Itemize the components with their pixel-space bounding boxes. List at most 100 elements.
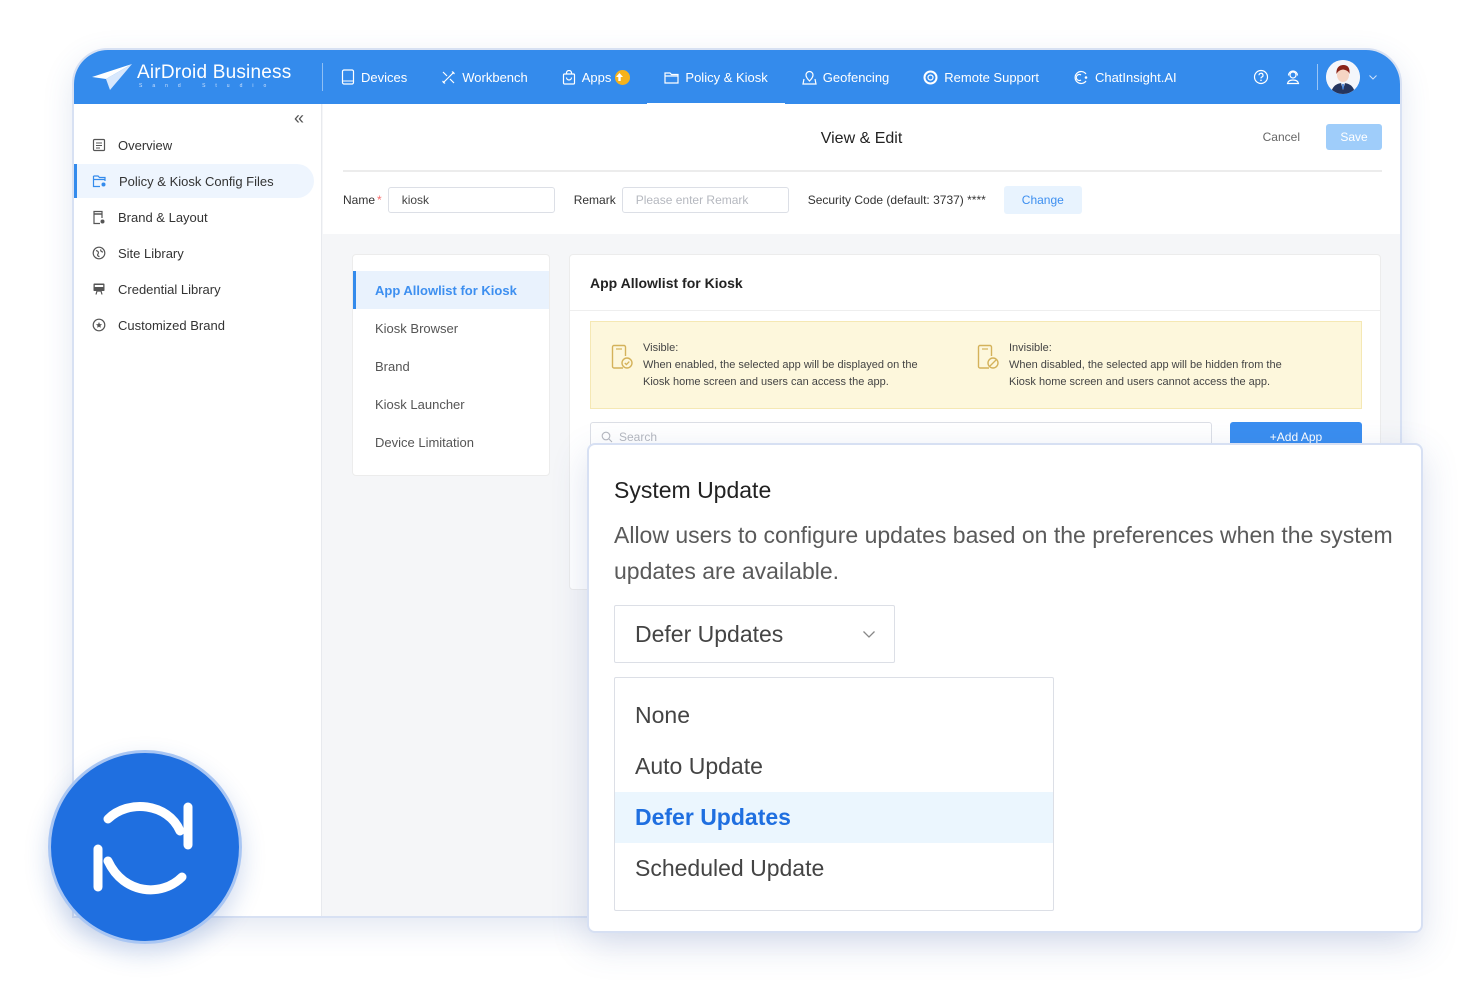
card-title: App Allowlist for Kiosk [590, 275, 743, 291]
nav-geofencing[interactable]: Geofencing [785, 50, 907, 104]
divider [322, 63, 323, 91]
chat-ai-icon [1074, 70, 1088, 84]
submenu-kiosk-browser[interactable]: Kiosk Browser [353, 309, 549, 347]
nav-label: Workbench [462, 69, 528, 85]
nav-label: Geofencing [822, 69, 890, 85]
chevron-down-icon [863, 631, 875, 638]
folder-icon [664, 71, 680, 84]
page-title: View & Edit [820, 130, 903, 147]
nav-workbench[interactable]: Workbench [424, 50, 545, 104]
monitor-icon [93, 283, 105, 295]
notice-invisible: Invisible: When disabled, the selected a… [977, 340, 1282, 391]
folder-gear-icon [92, 175, 106, 188]
sidebar-item-brand-layout[interactable]: Brand & Layout [74, 200, 314, 234]
device-gear-icon [93, 210, 105, 224]
map-pin-icon [802, 70, 817, 85]
sidebar-item-label: Brand & Layout [118, 209, 208, 225]
document-icon [92, 138, 106, 152]
system-update-panel: System Update Allow users to configure u… [587, 443, 1423, 933]
submenu-app-allowlist[interactable]: App Allowlist for Kiosk [353, 271, 549, 309]
notice-visible-line: Kiosk home screen and users can access t… [643, 376, 889, 388]
sidebar-menu: Overview Policy & Kiosk Config Files Bra… [74, 128, 314, 344]
submenu-kiosk-launcher[interactable]: Kiosk Launcher [353, 385, 549, 423]
submenu-brand[interactable]: Brand [353, 347, 549, 385]
required-marker: * [377, 193, 382, 207]
sidebar-item-overview[interactable]: Overview [74, 128, 314, 162]
change-security-code-button[interactable]: Change [1003, 186, 1082, 214]
name-label: Name * [343, 193, 382, 207]
main-nav: Devices Workbench Apps Policy & Kiosk Ge… [324, 50, 1194, 106]
bag-icon [562, 69, 575, 85]
user-avatar[interactable] [1326, 60, 1360, 94]
star-circle-icon [92, 318, 106, 332]
phone-blocked-icon [977, 344, 999, 369]
sidebar-item-label: Credential Library [118, 281, 221, 297]
refresh-sync-icon [93, 802, 193, 895]
upgrade-badge-icon [615, 69, 631, 85]
tablet-icon [341, 69, 355, 85]
nav-label: Remote Support [944, 69, 1039, 85]
divider [1317, 64, 1318, 90]
name-label-text: Name [343, 193, 376, 207]
nav-apps[interactable]: Apps [545, 50, 648, 104]
brand-subtitle: Sand Studio [139, 83, 277, 89]
search-icon [601, 431, 613, 443]
sidebar-item-policy-kiosk-config[interactable]: Policy & Kiosk Config Files [74, 164, 314, 198]
nav-policy-kiosk[interactable]: Policy & Kiosk [647, 50, 786, 106]
brand-logo[interactable]: AirDroid Business Sand Studio [92, 60, 302, 94]
nav-remote-support[interactable]: Remote Support [906, 50, 1056, 104]
top-nav-bar: AirDroid Business Sand Studio Devices Wo… [74, 50, 1400, 106]
system-update-title: System Update [614, 477, 772, 503]
submenu-device-limitation[interactable]: Device Limitation [353, 423, 549, 461]
support-agent-icon[interactable] [1285, 69, 1301, 85]
option-none[interactable]: None [615, 690, 1053, 741]
update-mode-options: None Auto Update Defer Updates Scheduled… [614, 677, 1054, 911]
sidebar-item-label: Site Library [118, 245, 184, 261]
tools-icon [442, 70, 456, 84]
nav-chatinsight[interactable]: ChatInsight.AI [1056, 50, 1194, 104]
option-scheduled-update[interactable]: Scheduled Update [615, 843, 1053, 894]
collapse-sidebar-button[interactable]: « [294, 108, 304, 129]
divider [570, 310, 1380, 311]
kiosk-settings-menu: App Allowlist for Kiosk Kiosk Browser Br… [352, 254, 550, 476]
remark-label: Remark [573, 193, 616, 207]
option-defer-updates[interactable]: Defer Updates [615, 792, 1053, 843]
notice-visible: Visible: When enabled, the selected app … [611, 340, 918, 391]
globe-icon [92, 246, 106, 260]
edit-header: View & Edit Cancel Save Name * kiosk Rema… [323, 104, 1400, 234]
remark-input[interactable]: Please enter Remark [621, 187, 789, 213]
update-mode-select[interactable]: Defer Updates [614, 605, 895, 663]
name-input[interactable]: kiosk [387, 187, 555, 213]
notice-visible-title: Visible: [643, 342, 679, 354]
sidebar-item-label: Overview [118, 137, 173, 153]
brand-name: AirDroid Business [137, 62, 292, 83]
security-code-label: Security Code (default: 3737) **** [807, 193, 986, 207]
cancel-button[interactable]: Cancel [1263, 130, 1300, 144]
lifebuoy-icon [923, 70, 938, 84]
config-form-row: Name * kiosk Remark Please enter Remark S… [343, 186, 1082, 214]
visibility-notice: Visible: When enabled, the selected app … [590, 321, 1362, 409]
notice-invisible-line: When disabled, the selected app will be … [1009, 359, 1282, 371]
help-icon[interactable] [1253, 69, 1269, 85]
paper-plane-logo-icon [92, 64, 132, 90]
chevron-down-icon[interactable] [1368, 73, 1378, 81]
notice-invisible-text: Invisible: When disabled, the selected a… [1009, 340, 1282, 391]
save-button[interactable]: Save [1326, 124, 1382, 150]
nav-label: ChatInsight.AI [1094, 69, 1177, 85]
notice-invisible-title: Invisible: [1009, 342, 1052, 354]
sidebar-item-label: Customized Brand [118, 317, 225, 333]
sidebar-item-credential-library[interactable]: Credential Library [74, 272, 314, 306]
sidebar-item-site-library[interactable]: Site Library [74, 236, 314, 270]
notice-invisible-line: Kiosk home screen and users cannot acces… [1009, 376, 1271, 388]
system-update-badge [48, 750, 242, 944]
option-auto-update[interactable]: Auto Update [615, 741, 1053, 792]
sidebar-item-customized-brand[interactable]: Customized Brand [74, 308, 314, 342]
nav-label: Devices [361, 69, 408, 85]
nav-devices[interactable]: Devices [324, 50, 424, 104]
notice-visible-line: When enabled, the selected app will be d… [643, 359, 918, 371]
phone-check-icon [611, 344, 633, 369]
nav-label: Apps [581, 69, 612, 85]
notice-visible-text: Visible: When enabled, the selected app … [643, 340, 918, 391]
top-right-tools [1245, 50, 1386, 104]
sidebar-item-label: Policy & Kiosk Config Files [119, 173, 274, 189]
